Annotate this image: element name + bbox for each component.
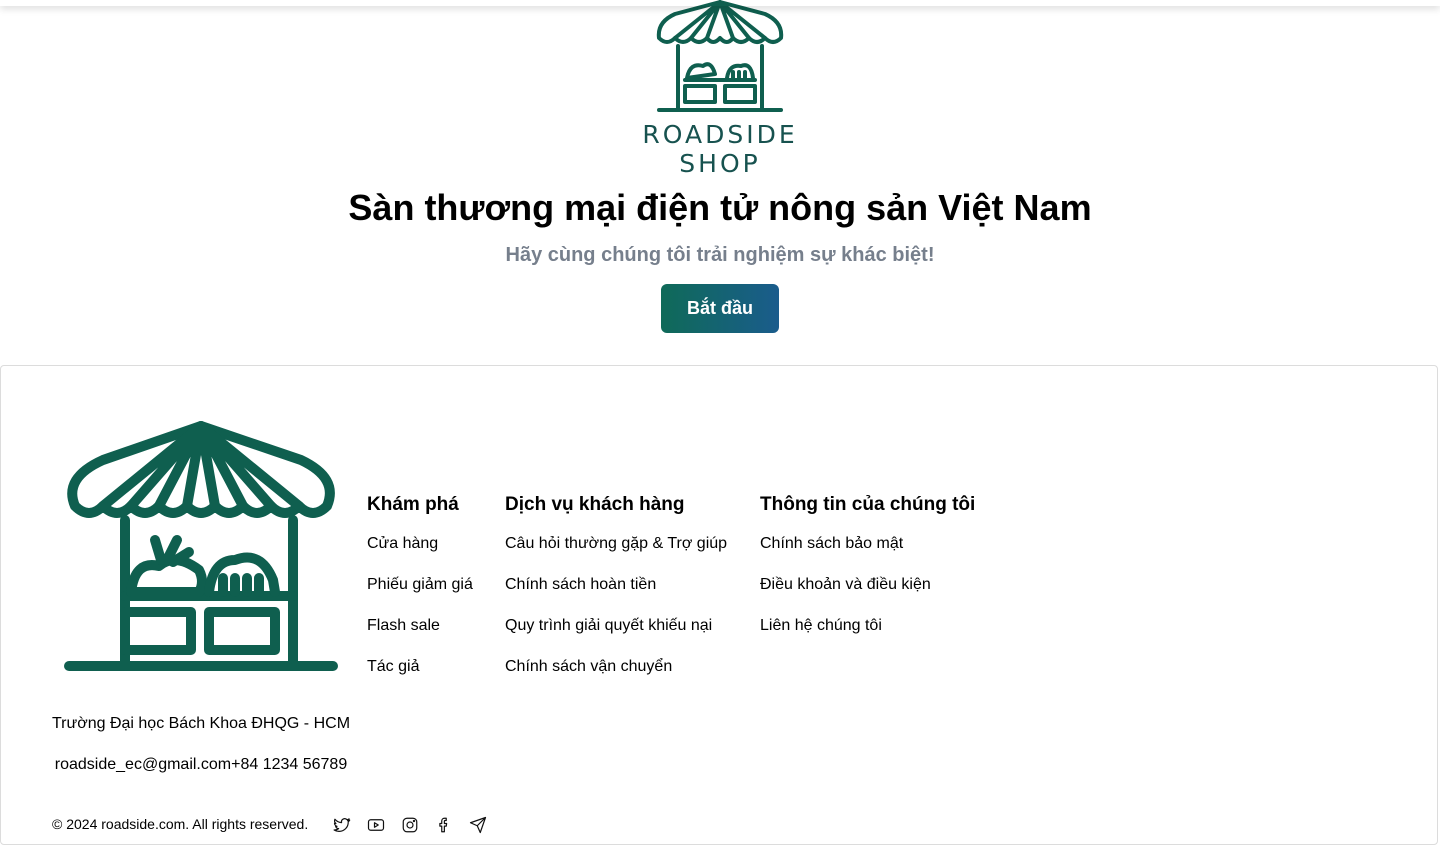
shop-logo-icon (656, 0, 784, 112)
hero-section: ROADSIDE SHOP Sàn thương mại điện tử nôn… (0, 0, 1440, 365)
brand-name-line2: SHOP (679, 149, 761, 178)
footer-heading-customer-service: Dịch vụ khách hàng (505, 494, 685, 515)
site-footer: Khám phá Cửa hàng Phiếu giảm giá Flash s… (0, 365, 1438, 845)
social-links (331, 814, 489, 836)
footer-link-flash-sale[interactable]: Flash sale (367, 616, 473, 635)
footer-address: Trường Đại học Bách Khoa ĐHQG - HCM (51, 715, 351, 732)
facebook-icon[interactable] (433, 814, 455, 836)
footer-column-about: Thông tin của chúng tôi Chính sách bảo m… (760, 494, 975, 657)
start-button[interactable]: Bắt đầu (661, 284, 779, 333)
footer-link-privacy-policy[interactable]: Chính sách bảo mật (760, 534, 975, 553)
footer-copyright: © 2024 roadside.com. All rights reserved… (52, 816, 309, 832)
brand-name-line1: ROADSIDE (642, 120, 798, 149)
footer-link-store[interactable]: Cửa hàng (367, 534, 473, 553)
telegram-icon[interactable] (467, 814, 489, 836)
twitter-icon[interactable] (331, 814, 353, 836)
footer-link-contact[interactable]: Liên hệ chúng tôi (760, 616, 975, 635)
youtube-icon[interactable] (365, 814, 387, 836)
footer-link-faq[interactable]: Câu hỏi thường gặp & Trợ giúp (505, 534, 727, 553)
page-title: Sàn thương mại điện tử nông sản Việt Nam (348, 187, 1092, 228)
footer-heading-explore: Khám phá (367, 494, 459, 515)
footer-column-explore: Khám phá Cửa hàng Phiếu giảm giá Flash s… (367, 494, 473, 698)
footer-heading-about: Thông tin của chúng tôi (760, 494, 976, 515)
top-bar-shadow (0, 0, 1440, 6)
footer-link-shipping-policy[interactable]: Chính sách vận chuyển (505, 657, 727, 676)
footer-shop-logo-icon (64, 421, 338, 671)
page-subtitle: Hãy cùng chúng tôi trải nghiệm sự khác b… (505, 244, 935, 266)
footer-link-complaints[interactable]: Quy trình giải quyết khiếu nại (505, 616, 727, 635)
footer-column-customer-service: Dịch vụ khách hàng Câu hỏi thường gặp & … (505, 494, 727, 698)
footer-link-authors[interactable]: Tác giả (367, 657, 473, 676)
footer-contact: roadside_ec@gmail.com+84 1234 56789 (54, 756, 348, 773)
footer-link-terms[interactable]: Điều khoản và điều kiện (760, 575, 975, 594)
footer-link-refund-policy[interactable]: Chính sách hoàn tiền (505, 575, 727, 594)
footer-link-vouchers[interactable]: Phiếu giảm giá (367, 575, 473, 594)
instagram-icon[interactable] (399, 814, 421, 836)
